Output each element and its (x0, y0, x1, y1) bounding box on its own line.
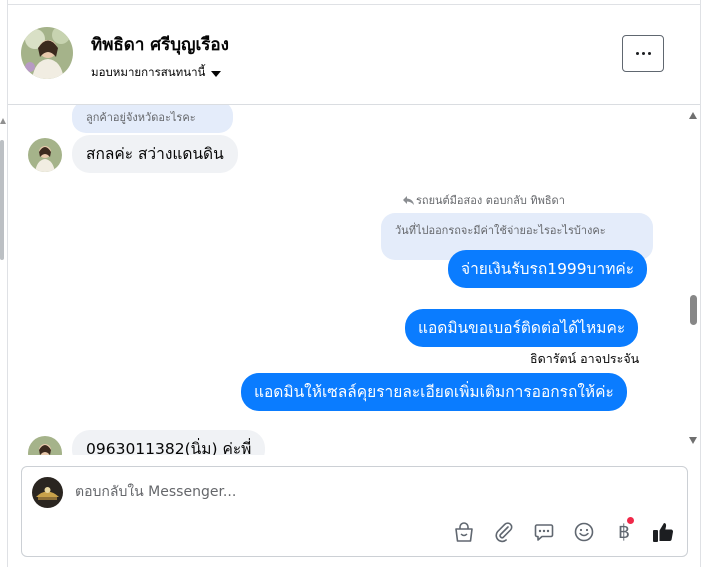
scroll-up-arrow[interactable] (689, 112, 697, 119)
payment-button[interactable]: ฿ (611, 517, 637, 545)
more-icon (635, 52, 651, 55)
sender-name: ธิดารัตน์ อาจประจัน (530, 351, 640, 366)
notification-dot (627, 517, 634, 524)
replied-message-preview[interactable]: ลูกค้าอยู่จังหวัดอะไรคะ (72, 105, 233, 133)
message-thread[interactable]: ลูกค้าอยู่จังหวัดอะไรคะ สกลค่ะ สว่างแดนด… (8, 105, 700, 455)
reply-context-text: รถยนต์มือสอง ตอบกลับ ทิพธิดา (416, 194, 565, 207)
message-composer: ฿ (21, 466, 688, 557)
outgoing-message[interactable]: แอดมินให้เซลล์คุยรายละเอียดเพิ่มเติมการอ… (241, 373, 627, 411)
contact-avatar-small[interactable] (28, 138, 62, 172)
emoji-icon (574, 522, 594, 542)
outgoing-message[interactable]: แอดมินขอเบอร์ติดต่อได้ไหมคะ (405, 309, 639, 347)
contact-avatar[interactable] (21, 27, 73, 79)
contact-name[interactable]: ทิพธิดา ศรีบุญเรือง (91, 31, 229, 58)
reply-arrow-icon (403, 195, 414, 205)
replied-message-text: ลูกค้าอยู่จังหวัดอะไรคะ (86, 111, 196, 124)
message-text: แอดมินขอเบอร์ติดต่อได้ไหมคะ (418, 319, 626, 337)
chevron-down-icon (211, 70, 222, 77)
assign-label: มอบหมายการสนทนานี้ (91, 65, 206, 79)
reply-context-label: รถยนต์มือสอง ตอบกลับ ทิพธิดา (403, 191, 565, 209)
message-text: แอดมินให้เซลล์คุยรายละเอียดเพิ่มเติมการอ… (254, 383, 614, 401)
emoji-button[interactable] (571, 519, 597, 545)
chat-scrollbar-thumb[interactable] (690, 295, 697, 325)
send-like-button[interactable] (650, 519, 676, 545)
incoming-message[interactable]: สกลค่ะ สว่างแดนดิน (72, 135, 238, 173)
replied-message-text: วันที่ไปออกรถจะมีค่าใช้จ่ายอะไรอะไรบ้างค… (395, 224, 606, 237)
conversation-header: ทิพธิดา ศรีบุญเรือง มอบหมายการสนทนานี้ (8, 5, 700, 105)
thumbs-up-icon (653, 523, 674, 542)
outgoing-message[interactable]: จ่ายเงินรับรถ1999บาทค่ะ (448, 250, 648, 288)
reply-input[interactable] (75, 481, 635, 503)
baht-icon: ฿ (617, 520, 631, 543)
shopping-bag-icon (455, 522, 473, 542)
attach-file-button[interactable] (491, 519, 517, 545)
message-text: 0963011382(นิ่ม) ค่ะพี่ (86, 440, 252, 455)
outer-scroll-up-arrow[interactable] (0, 118, 6, 124)
more-options-button[interactable] (622, 35, 664, 72)
scroll-down-arrow[interactable] (689, 437, 697, 444)
saved-replies-button[interactable] (531, 519, 557, 545)
message-text: จ่ายเงินรับรถ1999บาทค่ะ (461, 260, 635, 278)
assign-conversation-dropdown[interactable]: มอบหมายการสนทนานี้ (91, 64, 222, 82)
panel-right-border (700, 0, 701, 567)
contact-avatar-small[interactable] (28, 436, 62, 455)
attachment-icon (495, 522, 513, 543)
message-text: สกลค่ะ สว่างแดนดิน (86, 145, 224, 163)
page-avatar (32, 477, 63, 508)
outer-scrollbar[interactable] (0, 140, 4, 260)
shopping-bag-button[interactable] (451, 519, 477, 545)
incoming-message[interactable]: 0963011382(นิ่ม) ค่ะพี่ (72, 430, 266, 455)
saved-replies-icon (534, 524, 554, 541)
